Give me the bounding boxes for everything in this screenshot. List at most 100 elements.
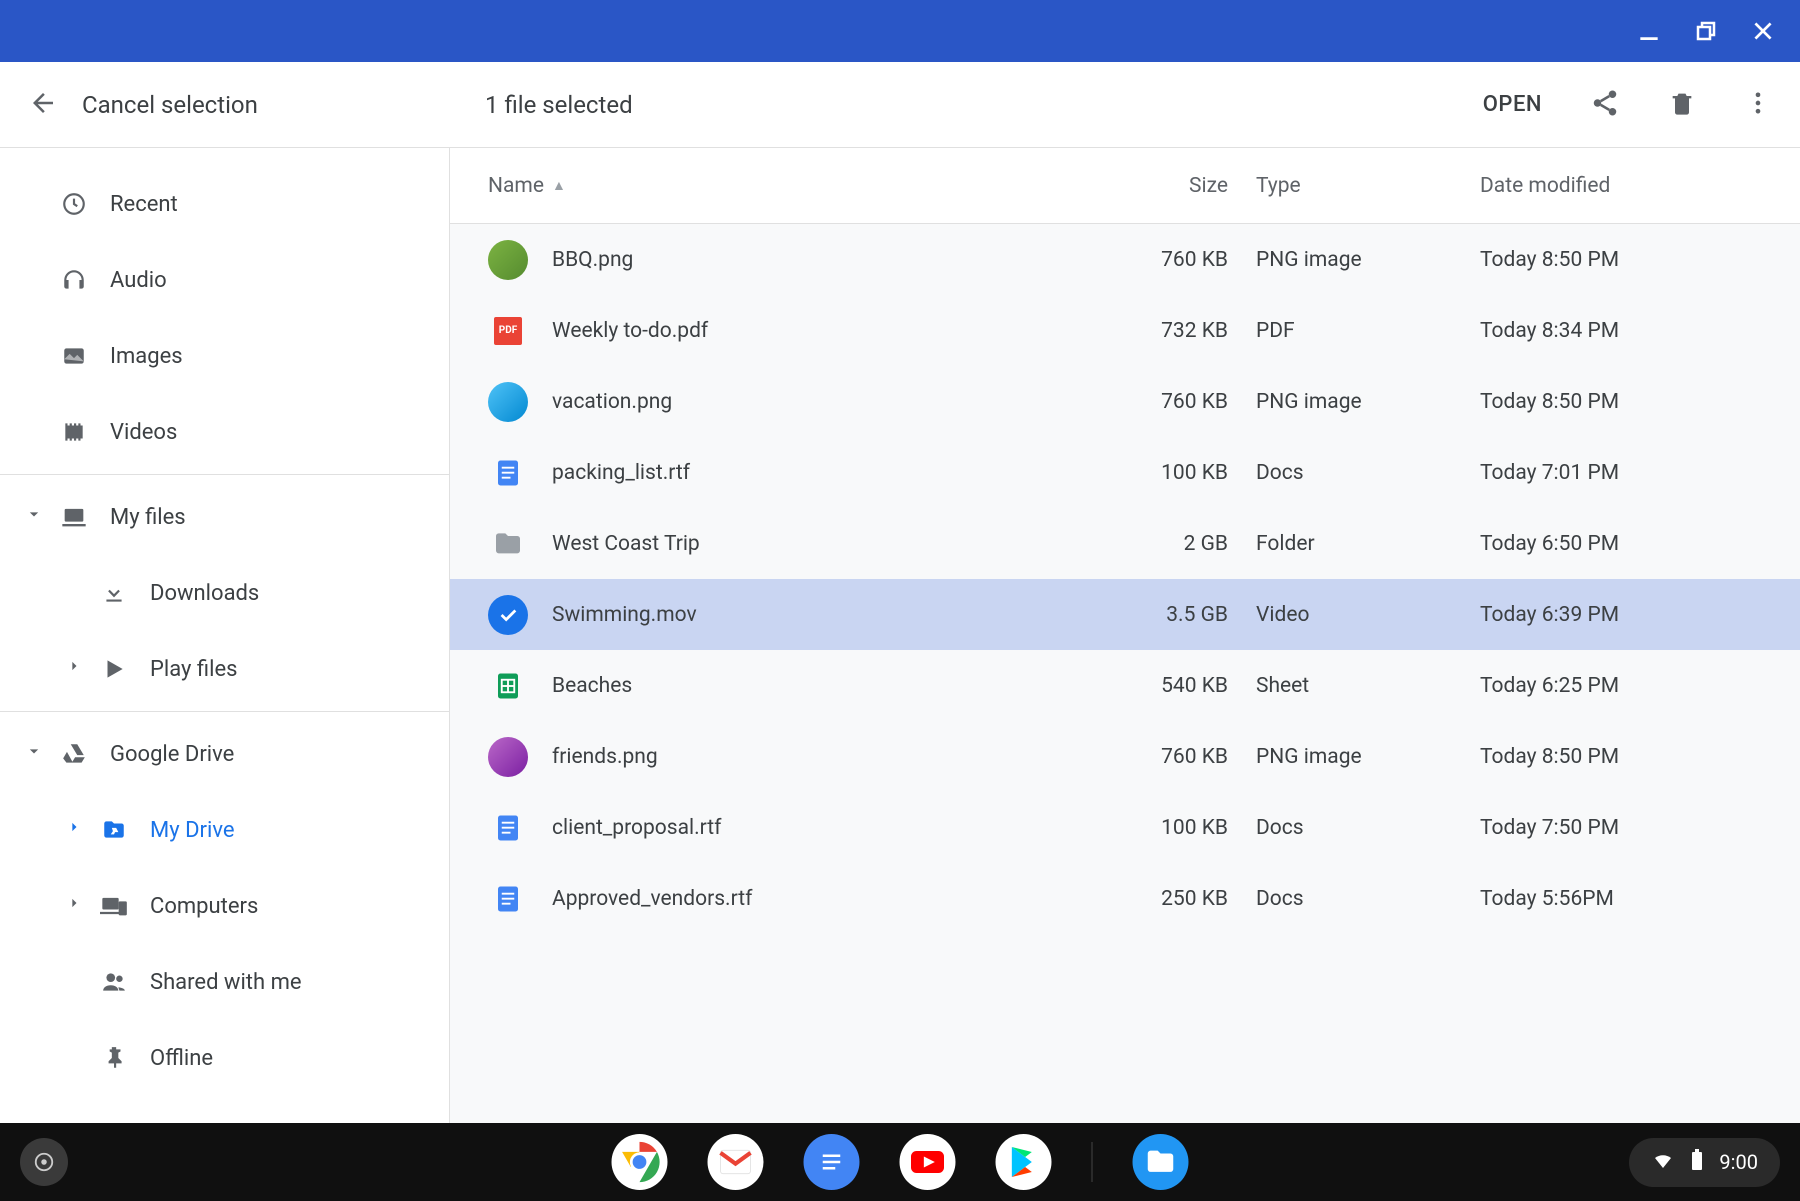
file-name: Weekly to-do.pdf (552, 319, 1076, 343)
sidebar-item-videos[interactable]: Videos (0, 394, 449, 470)
file-name: packing_list.rtf (552, 461, 1076, 485)
file-size: 2 GB (1076, 532, 1256, 556)
chevron-right-icon (64, 817, 84, 843)
file-type: Video (1256, 603, 1480, 627)
playstore-app-icon[interactable] (996, 1134, 1052, 1190)
open-button[interactable]: OPEN (1483, 92, 1542, 117)
column-label: Name (488, 174, 544, 198)
folder-drive-icon (100, 816, 128, 844)
sidebar-label: Downloads (150, 581, 259, 606)
delete-button[interactable] (1668, 89, 1696, 121)
youtube-app-icon[interactable] (900, 1134, 956, 1190)
more-options-button[interactable] (1744, 89, 1772, 121)
file-name: friends.png (552, 745, 1076, 769)
file-icon (488, 737, 528, 777)
file-date: Today 8:50 PM (1480, 248, 1800, 272)
sidebar-label: My files (110, 505, 186, 530)
launcher-button[interactable] (20, 1138, 68, 1186)
file-row[interactable]: client_proposal.rtf100 KBDocsToday 7:50 … (450, 792, 1800, 863)
laptop-icon (60, 503, 88, 531)
minimize-button[interactable] (1636, 18, 1662, 44)
file-name: Beaches (552, 674, 1076, 698)
file-size: 100 KB (1076, 816, 1256, 840)
file-row[interactable]: West Coast Trip2 GBFolderToday 6:50 PM (450, 508, 1800, 579)
sidebar-item-downloads[interactable]: Downloads (0, 555, 449, 631)
maximize-button[interactable] (1694, 19, 1718, 43)
file-size: 760 KB (1076, 390, 1256, 414)
file-date: Today 5:56PM (1480, 887, 1800, 911)
file-type: Sheet (1256, 674, 1480, 698)
file-type: PNG image (1256, 390, 1480, 414)
sidebar-label: Computers (150, 894, 258, 919)
headphones-icon (60, 266, 88, 294)
file-row[interactable]: Approved_vendors.rtf250 KBDocsToday 5:56… (450, 863, 1800, 934)
share-button[interactable] (1590, 88, 1620, 122)
file-icon (488, 808, 528, 848)
sidebar-item-recent[interactable]: Recent (0, 166, 449, 242)
file-row[interactable]: BBQ.png760 KBPNG imageToday 8:50 PM (450, 224, 1800, 295)
file-type: Folder (1256, 532, 1480, 556)
gmail-app-icon[interactable] (708, 1134, 764, 1190)
cancel-selection-label[interactable]: Cancel selection (82, 91, 258, 119)
sidebar-item-mydrive[interactable]: My Drive (0, 792, 449, 868)
file-list-area: Name ▲ Size Type Date modified BBQ.png76… (450, 148, 1800, 1123)
sidebar-label: Images (110, 344, 183, 369)
sidebar-item-myfiles[interactable]: My files (0, 479, 449, 555)
file-icon (488, 382, 528, 422)
sidebar-item-audio[interactable]: Audio (0, 242, 449, 318)
file-row[interactable]: Beaches540 KBSheetToday 6:25 PM (450, 650, 1800, 721)
sidebar-label: Videos (110, 420, 177, 445)
column-header-type[interactable]: Type (1256, 174, 1480, 198)
divider (0, 474, 449, 475)
close-button[interactable] (1750, 18, 1776, 44)
selection-status: 1 file selected (485, 91, 633, 119)
file-name: BBQ.png (552, 248, 1076, 272)
file-date: Today 7:01 PM (1480, 461, 1800, 485)
file-name: West Coast Trip (552, 532, 1076, 556)
column-header-size[interactable]: Size (1076, 174, 1256, 198)
sidebar-item-googledrive[interactable]: Google Drive (0, 716, 449, 792)
sidebar-item-computers[interactable]: Computers (0, 868, 449, 944)
file-row[interactable]: friends.png760 KBPNG imageToday 8:50 PM (450, 721, 1800, 792)
file-type: Docs (1256, 816, 1480, 840)
file-row[interactable]: vacation.png760 KBPNG imageToday 8:50 PM (450, 366, 1800, 437)
sidebar-label: Shared with me (150, 970, 302, 995)
file-size: 760 KB (1076, 248, 1256, 272)
file-icon (488, 879, 528, 919)
file-icon (488, 453, 528, 493)
docs-app-icon[interactable] (804, 1134, 860, 1190)
chevron-right-icon (64, 893, 84, 919)
file-size: 250 KB (1076, 887, 1256, 911)
chevron-right-icon (64, 656, 84, 682)
file-date: Today 8:50 PM (1480, 745, 1800, 769)
file-date: Today 8:50 PM (1480, 390, 1800, 414)
sidebar-item-shared[interactable]: Shared with me (0, 944, 449, 1020)
sidebar-label: Recent (110, 192, 178, 217)
column-header-date[interactable]: Date modified (1480, 174, 1800, 198)
file-type: Docs (1256, 461, 1480, 485)
chevron-down-icon (24, 504, 44, 530)
sidebar-item-playfiles[interactable]: Play files (0, 631, 449, 707)
status-tray[interactable]: 9:00 (1629, 1138, 1780, 1187)
file-name: vacation.png (552, 390, 1076, 414)
sort-ascending-icon: ▲ (552, 177, 566, 194)
file-type: PDF (1256, 319, 1480, 343)
file-row[interactable]: PDFWeekly to-do.pdf732 KBPDFToday 8:34 P… (450, 295, 1800, 366)
file-size: 100 KB (1076, 461, 1256, 485)
chrome-app-icon[interactable] (612, 1134, 668, 1190)
sidebar-item-images[interactable]: Images (0, 318, 449, 394)
divider (0, 711, 449, 712)
file-rows-container: BBQ.png760 KBPNG imageToday 8:50 PMPDFWe… (450, 224, 1800, 1123)
file-row[interactable]: packing_list.rtf100 KBDocsToday 7:01 PM (450, 437, 1800, 508)
file-name: Approved_vendors.rtf (552, 887, 1076, 911)
file-type: PNG image (1256, 745, 1480, 769)
file-type: PNG image (1256, 248, 1480, 272)
sidebar-item-offline[interactable]: Offline (0, 1020, 449, 1096)
sidebar: Recent Audio Images Videos My files (0, 148, 450, 1123)
files-app-icon[interactable] (1133, 1134, 1189, 1190)
column-header-name[interactable]: Name ▲ (488, 174, 1076, 198)
file-size: 732 KB (1076, 319, 1256, 343)
file-row[interactable]: Swimming.mov3.5 GBVideoToday 6:39 PM (450, 579, 1800, 650)
file-date: Today 8:34 PM (1480, 319, 1800, 343)
back-arrow-button[interactable] (28, 88, 58, 122)
